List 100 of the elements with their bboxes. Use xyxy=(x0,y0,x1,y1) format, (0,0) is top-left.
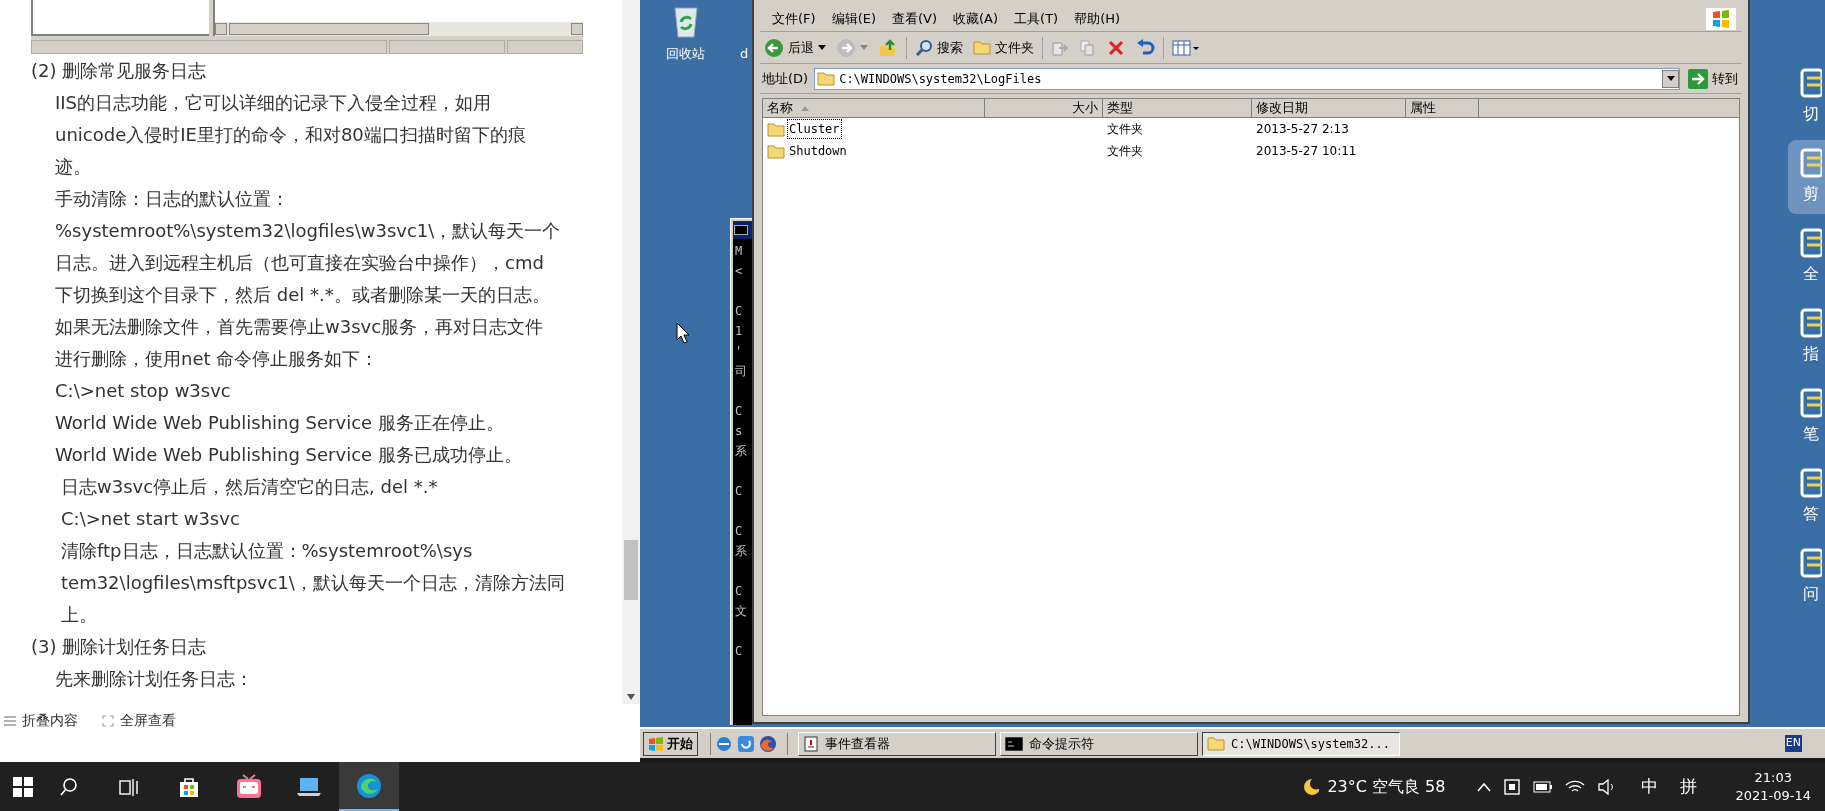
folder-icon xyxy=(1207,736,1225,751)
go-button[interactable]: 转到 xyxy=(1684,68,1742,89)
menu-item[interactable]: 工具(T) xyxy=(1006,8,1067,29)
copy-to-icon xyxy=(1079,38,1097,57)
event-viewer-icon xyxy=(803,735,819,752)
folders-icon xyxy=(973,40,991,55)
menu-item[interactable]: 文件(F) xyxy=(764,8,824,29)
paragraph: IIS的日志功能，它可以详细的记录下入侵全过程，如用 unicode入侵时IE里打的命令，和对80端口扫描时留下的痕 迹。 xyxy=(54,91,526,179)
column-header[interactable]: 类型 xyxy=(1103,99,1252,118)
console-text: C xyxy=(735,403,743,420)
tv-icon xyxy=(235,773,263,800)
fox-browser-icon[interactable] xyxy=(759,734,777,753)
refresh-icon[interactable] xyxy=(737,734,755,753)
menu-item[interactable]: 编辑(E) xyxy=(823,8,884,29)
undo-icon xyxy=(1135,38,1155,57)
side-tool[interactable]: 答 xyxy=(1788,460,1825,534)
scrollbar[interactable] xyxy=(622,0,640,704)
column-header[interactable]: 名称 xyxy=(763,99,985,118)
side-tool[interactable]: 全 xyxy=(1788,220,1825,294)
chevron-up-icon[interactable] xyxy=(1477,781,1492,792)
paragraph: 先来删除计划任务日志： xyxy=(54,667,253,691)
windows-logo-icon xyxy=(1706,7,1736,30)
caret-icon xyxy=(1666,76,1675,81)
scroll-down-icon[interactable] xyxy=(626,693,636,701)
address-label: 地址(D) xyxy=(761,69,810,88)
table-cell: 文件夹 xyxy=(1107,122,1143,136)
tool-icon xyxy=(1799,228,1822,258)
input-method-indicator[interactable]: 中 xyxy=(1641,773,1659,800)
file-name[interactable]: Shutdown xyxy=(787,141,849,161)
console-text: C xyxy=(735,643,743,660)
address-field[interactable]: C:\WINDOWS\system32\LogFiles xyxy=(814,67,1680,90)
search-button[interactable]: 搜索 xyxy=(913,37,965,58)
console-text: M xyxy=(735,243,743,260)
forward-button[interactable] xyxy=(834,37,870,58)
console-icon xyxy=(1005,736,1023,751)
taskbar-app[interactable] xyxy=(339,762,399,811)
command-window[interactable]: M < C 1 ' 司 C s 系 C C 系 C 文 C xyxy=(730,218,752,725)
table-cell: 2013-5-27 10:11 xyxy=(1256,144,1357,158)
dropdown-button[interactable] xyxy=(1662,69,1679,88)
input-method-indicator[interactable]: 拼 xyxy=(1680,773,1698,800)
fullscreen-icon xyxy=(102,714,114,727)
column-header[interactable]: 属性 xyxy=(1406,99,1479,118)
paragraph: 清除ftp日志，日志默认位置：%systemroot%\sys tem32\logfiles\msftpsvc1\，默认每天一个日志，清除方法同 上。 xyxy=(60,539,565,627)
side-tool[interactable]: 笔 xyxy=(1788,380,1825,454)
menu-item[interactable]: 收藏(A) xyxy=(945,8,1007,29)
menu-item[interactable]: 帮助(H) xyxy=(1066,8,1129,29)
tool-icon xyxy=(1799,388,1822,418)
fullscreen-button[interactable]: 全屏查看 xyxy=(102,710,176,731)
folder-icon xyxy=(767,143,785,159)
start-button[interactable]: 开始 xyxy=(643,731,698,756)
paragraph: World Wide Web Publishing Service 服务正在停止。 xyxy=(54,411,504,435)
console-text: C xyxy=(735,583,743,600)
explorer-window[interactable]: 文件(F) 编辑(E) 查看(V) 收藏(A) 工具(T) 帮助(H) 后退 搜索 文件夹 地址(D) C:\WINDOWS\system32\LogFiles 转到 名称 大小 类型 修改日期 属性 Cluster 文件夹 2013-5-27 2:13 Shutdown 文件夹 2013-5-27 10:11 xyxy=(752,0,1750,724)
console-text: < xyxy=(735,263,743,280)
paragraph: World Wide Web Publishing Service 服务已成功停止。 xyxy=(54,443,522,467)
console-text: ' xyxy=(735,343,743,360)
folder-icon xyxy=(767,121,785,137)
file-name[interactable]: Cluster xyxy=(787,119,842,139)
paragraph: C:\>net start w3svc xyxy=(60,507,240,531)
tool-icon xyxy=(1799,308,1822,338)
menu-item[interactable]: 查看(V) xyxy=(884,8,946,29)
folders-button[interactable]: 文件夹 xyxy=(971,37,1036,58)
scrollbar-thumb[interactable] xyxy=(624,540,638,600)
console-text: 1 xyxy=(735,323,743,340)
taskbar-button[interactable]: C:\WINDOWS\system32... xyxy=(1202,731,1400,756)
back-button[interactable]: 后退 xyxy=(762,37,828,58)
column-header[interactable]: 修改日期 xyxy=(1252,99,1406,118)
folder-up-icon xyxy=(878,37,898,58)
console-text: 系 xyxy=(735,443,747,460)
tool-icon xyxy=(1799,68,1822,98)
taskbar-button[interactable]: 事件查看器 xyxy=(798,731,996,756)
browser-icon[interactable] xyxy=(715,734,733,753)
clock-date[interactable]: 2021-09-14 xyxy=(1735,786,1811,805)
mouse-cursor-icon xyxy=(676,322,690,344)
console-icon xyxy=(734,225,748,235)
network-icon[interactable] xyxy=(1503,777,1522,796)
console-text: 司 xyxy=(735,363,747,380)
windows-logo-icon[interactable] xyxy=(13,776,33,797)
caret-icon xyxy=(818,44,826,51)
side-tool[interactable]: 切 xyxy=(1788,60,1825,134)
tool-icon xyxy=(1799,468,1822,498)
language-indicator[interactable]: EN xyxy=(1784,735,1802,752)
side-tool[interactable]: 问 xyxy=(1788,540,1825,614)
console-text: C xyxy=(735,303,743,320)
desktop-icon-label[interactable]: 回收站 xyxy=(666,44,705,64)
side-tool[interactable]: 指 xyxy=(1788,300,1825,374)
collapse-button[interactable]: 折叠内容 xyxy=(4,710,78,731)
desktop-icon-label[interactable]: d xyxy=(740,44,749,64)
menu-icon xyxy=(4,715,16,726)
console-text: s xyxy=(735,423,743,440)
clock-time[interactable]: 21:03 xyxy=(1754,768,1792,787)
table-cell: 2013-5-27 2:13 xyxy=(1256,122,1349,136)
weather-text[interactable]: 23°C 空气良 58 xyxy=(1327,774,1446,799)
taskbar-button[interactable]: 命令提示符 xyxy=(1000,731,1198,756)
edge-icon xyxy=(355,771,383,800)
console-text: 文 xyxy=(735,603,747,620)
views-button[interactable] xyxy=(1170,38,1202,57)
battery-icon[interactable] xyxy=(1533,780,1554,793)
arrow-right-icon xyxy=(1688,68,1708,89)
column-header[interactable]: 大小 xyxy=(985,99,1103,118)
